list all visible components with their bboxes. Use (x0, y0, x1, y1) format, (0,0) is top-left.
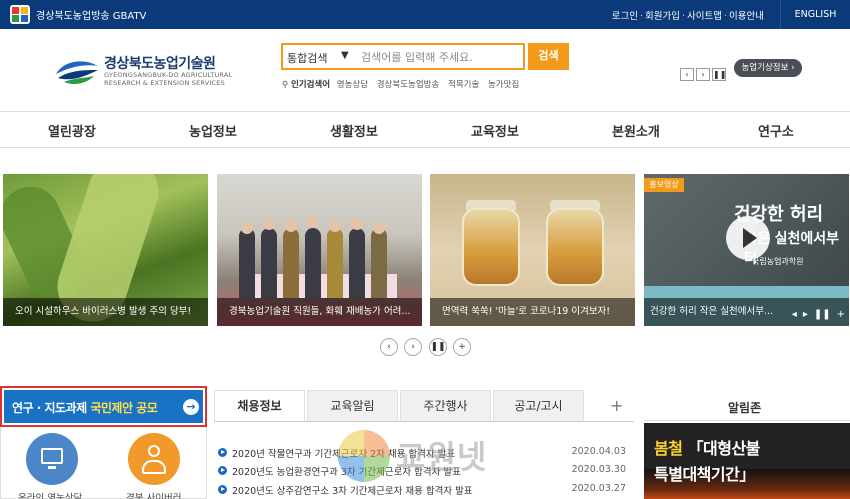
slide-caption[interactable]: 경북농업기술원 직원들, 화훼 재배농가 어려... (217, 298, 422, 326)
proposal-highlight: 국민제안 공모 (90, 401, 158, 415)
search-button[interactable]: 검색 (528, 43, 569, 70)
plus-icon[interactable]: + (453, 338, 471, 356)
nav-item-life-info[interactable]: 생활정보 (330, 121, 378, 140)
news-title[interactable]: 2020년 작물연구과 기간제근로자 2차 채용 합격자 발표 (232, 446, 455, 460)
slide-caption[interactable]: 오이 시설하우스 바이러스병 발생 주의 당부! (3, 298, 208, 326)
popular-term[interactable]: 적목기술 (448, 80, 479, 90)
slide-cucumber[interactable]: 오이 시설하우스 바이러스병 발생 주의 당부! (3, 174, 208, 326)
bullet-icon (218, 485, 227, 494)
news-date: 2020.03.30 (571, 464, 626, 475)
org-name-en-1: GYEONGSANGBUK-DO AGRICULTURAL (104, 71, 233, 79)
prev-icon[interactable]: ◂ (792, 309, 797, 320)
tab-education[interactable]: 교육알림 (307, 390, 398, 422)
tab-divider (214, 421, 634, 422)
login-link[interactable]: 로그인 (612, 11, 638, 22)
nav-item-about[interactable]: 본원소개 (612, 121, 660, 140)
public-proposal-banner[interactable]: 연구 · 지도과제 국민제안 공모 → (0, 386, 207, 427)
sitemap-link[interactable]: 사이트맵 (687, 11, 722, 22)
search-input[interactable] (361, 49, 521, 66)
monitor-icon[interactable] (26, 433, 78, 485)
search-category-select[interactable]: 통합검색 (287, 50, 327, 66)
prev-icon[interactable]: ‹ (680, 68, 694, 81)
slide-staff-photo[interactable]: 경북농업기술원 직원들, 화훼 재배농가 어려... (217, 174, 422, 326)
notice-banner[interactable]: 봄철 「대형산불 특별대책기간」 (644, 423, 850, 499)
list-item[interactable]: 2020년 작물연구과 기간제근로자 2차 채용 합격자 발표 2020.04.… (218, 446, 626, 460)
popular-searches: ⚲ 인기검색어 영농상담 경상북도농업방송 적목기술 농가맛집 (282, 78, 525, 90)
user-icon[interactable] (128, 433, 180, 485)
news-date: 2020.04.03 (571, 446, 626, 457)
list-item[interactable]: 2020년도 농업환경연구과 3차 기간제근로자 합격자 발표 2020.03.… (218, 464, 626, 478)
slide-video[interactable]: 홍보영상 건강한 허리 작은 실천에서부터 국립농업과학원 건강한 허리 작은 … (644, 174, 849, 326)
video-source: 국립농업과학원 (752, 257, 804, 266)
news-date: 2020.03.27 (571, 483, 626, 494)
list-item[interactable]: 2020년도 상주감연구소 3차 기간제근로자 채용 합격자 발표 2020.0… (218, 483, 626, 497)
popular-term[interactable]: 농가맛집 (488, 80, 519, 90)
news-title[interactable]: 2020년도 농업환경연구과 3차 기간제근로자 합격자 발표 (232, 464, 461, 478)
pause-icon[interactable]: ❚❚ (712, 68, 726, 81)
next-icon[interactable]: ▸ (803, 309, 808, 320)
org-name[interactable]: 경상북도농업기술원 (104, 53, 216, 73)
promo-video-tag: 홍보영상 (644, 178, 684, 192)
main-nav: 열린광장 농업정보 생활정보 교육정보 본원소개 연구소 (0, 111, 850, 148)
popular-term[interactable]: 영농상담 (337, 80, 368, 90)
weather-info-button[interactable]: 농업기상정보 › (734, 59, 802, 77)
popular-term[interactable]: 경상북도농업방송 (377, 80, 440, 90)
search-icon: ⚲ (282, 80, 289, 90)
news-title[interactable]: 2020년도 상주감연구소 3차 기간제근로자 채용 합격자 발표 (232, 483, 473, 497)
notice-banner-line1: 「대형산불 (687, 439, 761, 458)
bullet-icon (218, 466, 227, 475)
pause-icon[interactable]: ❚❚ (814, 309, 831, 320)
quick-link-label[interactable]: 경북 사이버러 (126, 490, 181, 499)
slide-caption[interactable]: 면역력 쑥쑥! '마늘'로 코로나19 이겨보자! (430, 298, 635, 326)
org-logo-icon[interactable] (54, 56, 100, 86)
nav-item-edu-info[interactable]: 교육정보 (471, 121, 519, 140)
notice-banner-season: 봄철 (654, 439, 688, 458)
video-slide-controls: ◂ ▸ ❚❚ + (786, 309, 845, 320)
utility-links: 로그인 · 회원가입 · 사이트맵 · 이용안내 (611, 11, 764, 22)
more-icon[interactable]: + (610, 396, 623, 415)
english-link[interactable]: ENGLISH (780, 0, 850, 29)
org-name-en-2: RESEARCH & EXTENSION SERVICES (104, 79, 225, 87)
popular-label: 인기검색어 (290, 80, 331, 90)
tab-recruitment[interactable]: 채용정보 (214, 390, 305, 422)
bullet-icon (218, 448, 227, 457)
notice-divider (644, 420, 850, 421)
top-bar: 경상북도농업방송 GBATV 로그인 · 회원가입 · 사이트맵 · 이용안내 ENGLIS… (0, 0, 850, 29)
notice-zone-title: 알림존 (728, 401, 762, 415)
nav-item-agri-info[interactable]: 농업정보 (189, 121, 237, 140)
quick-link-label[interactable]: 온라인 영농상담 (18, 490, 82, 499)
notice-banner-line2: 특별대책기간」 (654, 465, 755, 484)
pause-icon[interactable]: ❚❚ (429, 338, 447, 356)
nav-item-institutes[interactable]: 연구소 (758, 121, 794, 140)
play-icon[interactable] (726, 216, 770, 260)
gbatv-logo-icon[interactable] (10, 5, 30, 24)
chevron-down-icon[interactable]: ▼ (341, 50, 349, 61)
gbatv-link[interactable]: 경상북도농업방송 GBATV (36, 7, 146, 22)
proposal-text: 연구 · 지도과제 (12, 401, 91, 415)
next-icon[interactable]: › (404, 338, 422, 356)
tab-weekly-events[interactable]: 주간행사 (400, 390, 491, 422)
signup-link[interactable]: 회원가입 (645, 11, 680, 22)
arrow-right-icon[interactable]: → (183, 399, 199, 415)
slide-garlic[interactable]: 면역력 쑥쑥! '마늘'로 코로나19 이겨보자! (430, 174, 635, 326)
nav-item-open-plaza[interactable]: 열린광장 (48, 121, 96, 140)
next-icon[interactable]: › (696, 68, 710, 81)
tab-announcements[interactable]: 공고/고시 (493, 390, 584, 422)
prev-icon[interactable]: ‹ (380, 338, 398, 356)
guide-link[interactable]: 이용안내 (729, 11, 764, 22)
search-box: 통합검색 ▼ (281, 43, 525, 70)
plus-icon[interactable]: + (837, 309, 845, 320)
info-tabs: 채용정보 교육알림 주간행사 공고/고시 (214, 390, 604, 422)
